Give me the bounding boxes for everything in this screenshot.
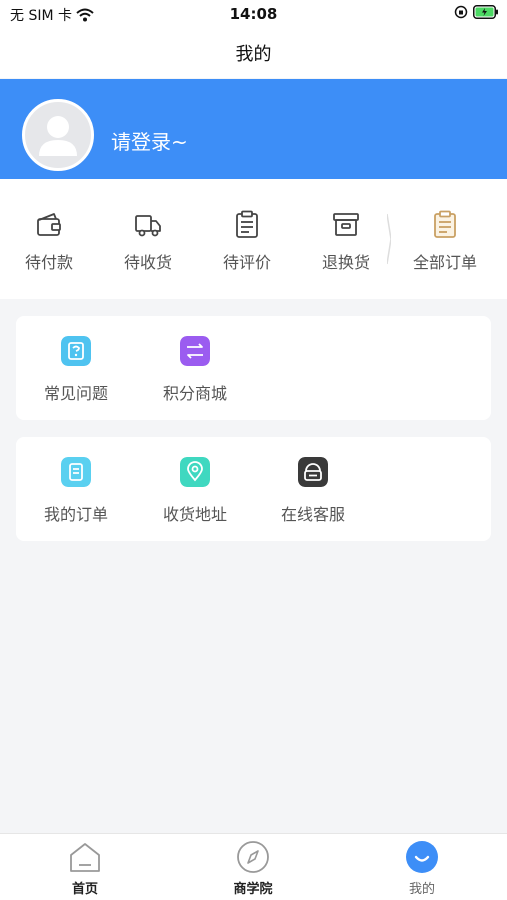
status-bar: 无 SIM 卡 14:08: [0, 0, 507, 28]
service-card-help: 常见问题 积分商城: [16, 316, 491, 420]
tab-label: 商学院: [233, 882, 273, 897]
all-orders-icon: [434, 210, 456, 238]
compass-icon: [237, 841, 269, 873]
order-label: 待收货: [123, 253, 172, 272]
order-label: 待付款: [24, 253, 73, 272]
tab-label: 首页: [71, 882, 98, 897]
page-title: 我的: [235, 44, 272, 65]
service-label: 我的订单: [43, 505, 108, 524]
service-address[interactable]: 收货地址: [135, 457, 255, 525]
profile-smile-icon: [406, 841, 438, 873]
order-label: 待评价: [222, 253, 271, 272]
truck-icon: [135, 215, 161, 237]
service-label: 在线客服: [280, 505, 345, 524]
order-divider: [387, 213, 391, 265]
home-icon: [70, 843, 100, 872]
service-online-support[interactable]: 在线客服: [253, 457, 373, 525]
return-box-icon: [333, 213, 359, 236]
service-label: 常见问题: [43, 384, 108, 403]
order-pending-payment[interactable]: 待付款: [4, 209, 94, 273]
service-label: 积分商城: [162, 384, 227, 403]
avatar[interactable]: [22, 99, 94, 171]
status-time: 14:08: [229, 5, 278, 23]
location-icon: [180, 457, 210, 487]
order-label: 退换货: [321, 253, 370, 272]
clipboard-icon: [236, 210, 258, 238]
points-exchange-icon: [180, 336, 210, 366]
navigation-bar: 我的: [0, 28, 507, 78]
my-order-icon: [61, 457, 91, 487]
service-my-orders[interactable]: 我的订单: [16, 457, 136, 525]
service-points-mall[interactable]: 积分商城: [135, 336, 255, 404]
tab-business-school[interactable]: 商学院: [203, 840, 303, 897]
tab-home[interactable]: 首页: [35, 840, 135, 897]
service-card-account: 我的订单 收货地址 在线客服: [16, 437, 491, 541]
order-return-exchange[interactable]: 退换货: [301, 209, 391, 273]
service-faq[interactable]: 常见问题: [16, 336, 136, 404]
tab-mine[interactable]: 我的: [372, 840, 472, 897]
default-avatar-icon: [39, 116, 77, 156]
wallet-icon: [37, 213, 61, 236]
battery-icon: [473, 5, 498, 19]
login-prompt[interactable]: 请登录~: [111, 126, 188, 155]
order-status-bar: 待付款 待收货 待评价 退换货 全部订单: [0, 179, 507, 299]
orientation-lock-icon: [454, 5, 468, 19]
profile-header[interactable]: 请登录~: [0, 79, 507, 179]
faq-icon: [61, 336, 91, 366]
tab-label: 我的: [408, 882, 435, 897]
service-label: 收货地址: [162, 505, 227, 524]
order-all[interactable]: 全部订单: [400, 209, 490, 273]
order-pending-review[interactable]: 待评价: [202, 209, 292, 273]
tab-bar: 首页 商学院 我的: [0, 833, 507, 900]
customer-service-icon: [298, 457, 328, 487]
status-right: [454, 5, 499, 19]
order-pending-receipt[interactable]: 待收货: [103, 209, 193, 273]
order-label: 全部订单: [412, 253, 477, 272]
